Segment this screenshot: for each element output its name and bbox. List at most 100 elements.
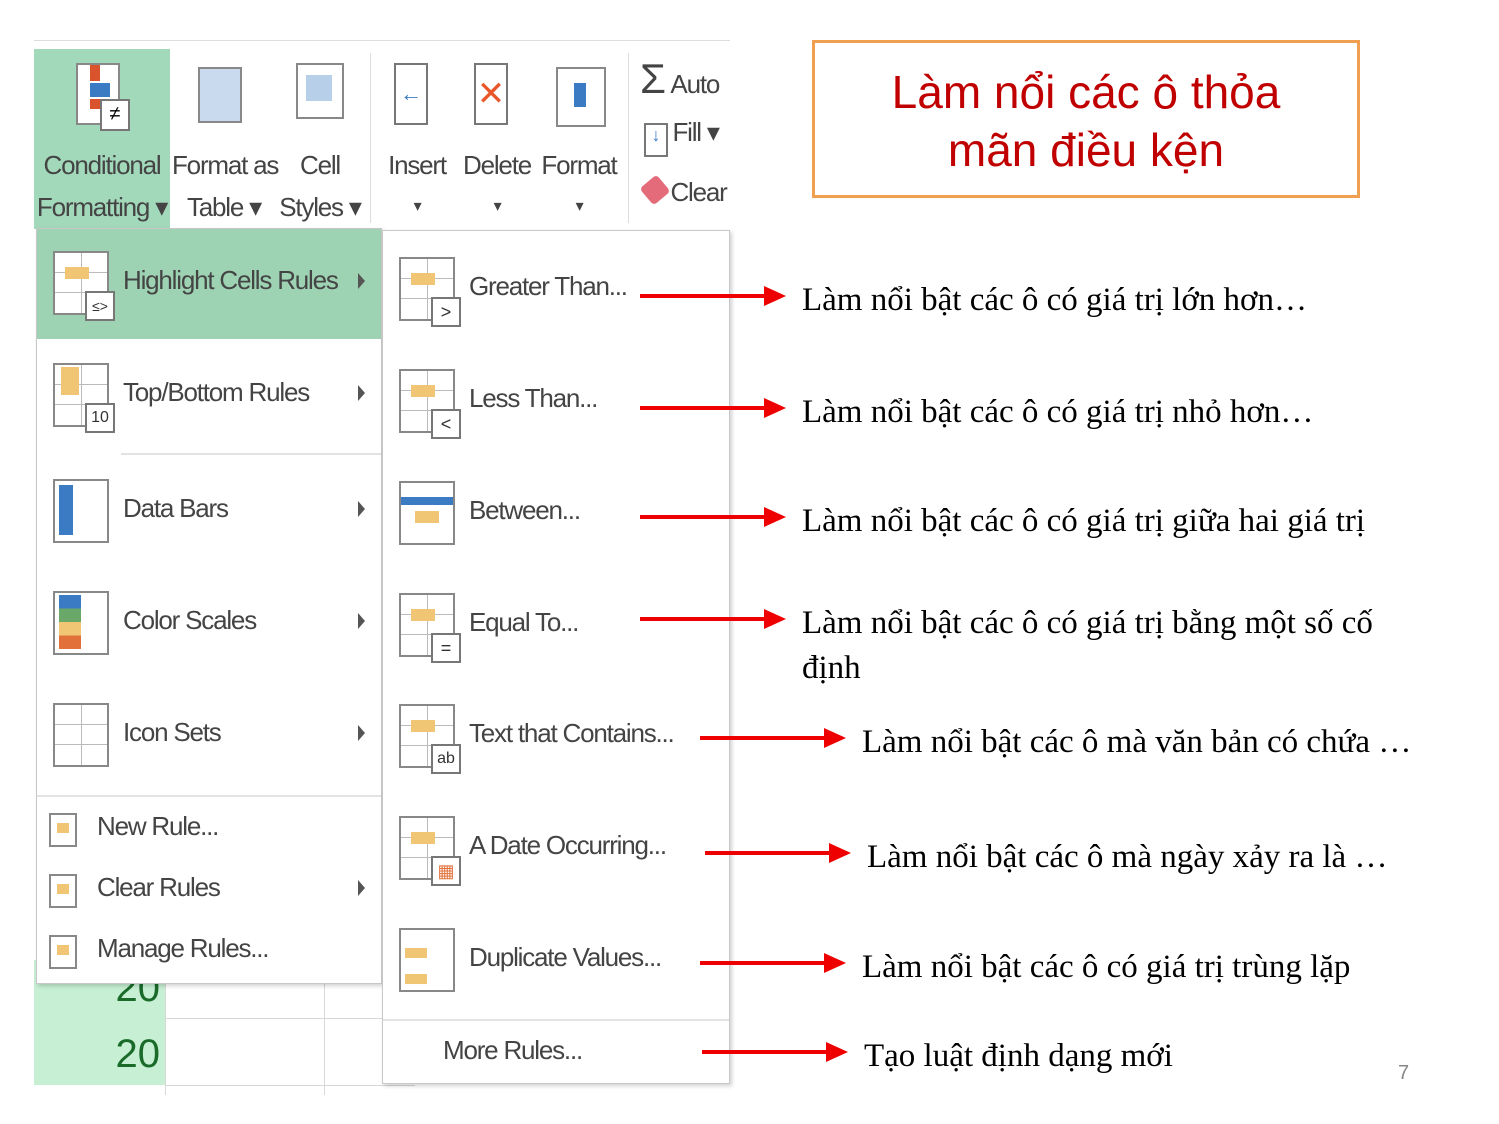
- arrow-icon: [702, 1042, 848, 1062]
- conditional-formatting-button[interactable]: ≠ Conditional Formatting ▾: [34, 49, 170, 229]
- menu-item-highlight-cells-rules[interactable]: ≤> Highlight Cells Rules: [37, 229, 381, 339]
- submenu-item-less-than[interactable]: < Less Than...: [383, 347, 729, 457]
- menu-item-label: Top/Bottom Rules: [123, 377, 310, 407]
- clear-button[interactable]: Clear: [639, 174, 728, 208]
- equal-to-icon: =: [399, 593, 461, 663]
- autosum-button[interactable]: Σ Auto: [640, 55, 720, 102]
- title-line-2: mãn điều kện: [947, 124, 1225, 176]
- menu-item-icon-sets[interactable]: Icon Sets: [37, 681, 381, 791]
- highlight-cells-icon: ≤>: [53, 251, 115, 321]
- insert-cells-icon: ←: [394, 63, 428, 125]
- annotation-less-than: Làm nổi bật các ô có giá trị nhỏ hơn…: [802, 394, 1314, 430]
- submenu-item-label: Equal To...: [469, 607, 579, 637]
- annotation-equal-to: Làm nổi bật các ô có giá trị bằng một số…: [802, 605, 1373, 641]
- cell-styles-label: Styles ▾: [279, 192, 362, 222]
- eraser-icon: [639, 174, 671, 206]
- annotation-more-rules: Tạo luật định dạng mới: [864, 1038, 1173, 1074]
- duplicate-values-icon: [399, 928, 455, 992]
- arrow-icon: [700, 953, 846, 973]
- annotation-equal-to-cont: định: [802, 650, 861, 686]
- chevron-right-icon: [358, 273, 365, 289]
- clear-label: Clear: [670, 177, 727, 207]
- format-button[interactable]: Format ▾: [538, 49, 620, 229]
- arrow-icon: [640, 507, 786, 527]
- submenu-item-label: Greater Than...: [469, 271, 628, 301]
- conditional-formatting-label: Conditional: [43, 150, 162, 180]
- fill-label: Fill ▾: [672, 117, 720, 147]
- format-as-table-label: Format as: [172, 150, 279, 180]
- page-number: 7: [1398, 1062, 1410, 1084]
- insert-button[interactable]: ← Insert ▾: [380, 49, 454, 229]
- more-rules-button[interactable]: More Rules...: [443, 1035, 583, 1066]
- cell-styles-label: Cell: [300, 150, 341, 180]
- submenu-item-duplicate-values[interactable]: Duplicate Values...: [383, 906, 729, 1016]
- submenu-item-label: Text that Contains...: [469, 718, 675, 748]
- sigma-icon: Σ: [640, 55, 666, 102]
- arrow-icon: [700, 728, 846, 748]
- format-as-table-label: Table ▾: [186, 192, 262, 222]
- format-label: Format: [541, 150, 617, 180]
- submenu-item-label: Duplicate Values...: [469, 942, 662, 972]
- new-rule-icon: [49, 813, 77, 847]
- menu-item-manage-rules[interactable]: Manage Rules...: [37, 921, 381, 981]
- delete-cells-icon: ✕: [474, 63, 508, 125]
- chevron-down-icon: ▾: [413, 198, 422, 215]
- arrow-icon: [640, 398, 786, 418]
- annotation-greater-than: Làm nổi bật các ô có giá trị lớn hơn…: [802, 282, 1308, 318]
- menu-item-new-rule[interactable]: New Rule...: [37, 799, 381, 859]
- greater-than-icon: >: [399, 257, 461, 327]
- format-as-table-button[interactable]: Format as Table ▾: [172, 49, 279, 229]
- submenu-item-label: Between...: [469, 495, 581, 525]
- title-box: Làm nổi các ô thỏa mãn điều kện: [812, 40, 1360, 198]
- submenu-item-label: A Date Occurring...: [469, 830, 667, 860]
- chevron-down-icon: ▾: [575, 198, 584, 215]
- fill-button[interactable]: ↓ Fill ▾: [644, 117, 720, 157]
- annotation-text-contains: Làm nổi bật các ô mà văn bản có chứa …: [862, 724, 1412, 760]
- calendar-icon: ▦: [399, 816, 461, 886]
- chevron-right-icon: [358, 385, 365, 401]
- icon-sets-icon: [53, 703, 109, 767]
- arrow-icon: [640, 609, 786, 629]
- menu-item-data-bars[interactable]: Data Bars: [37, 457, 381, 567]
- color-scales-icon: [53, 591, 109, 655]
- menu-item-label: Manage Rules...: [97, 933, 270, 963]
- conditional-formatting-menu: ≤> Highlight Cells Rules 10 Top/Bottom R…: [36, 228, 382, 984]
- menu-item-top-bottom-rules[interactable]: 10 Top/Bottom Rules: [37, 341, 381, 451]
- menu-item-label: Color Scales: [123, 605, 257, 635]
- submenu-item-text-that-contains[interactable]: ab Text that Contains...: [383, 682, 729, 792]
- menu-item-label: Highlight Cells Rules: [123, 265, 339, 295]
- annotation-between: Làm nổi bật các ô có giá trị giữa hai gi…: [802, 503, 1366, 539]
- chevron-right-icon: [358, 613, 365, 629]
- delete-button[interactable]: ✕ Delete ▾: [460, 49, 534, 229]
- chevron-right-icon: [358, 501, 365, 517]
- menu-item-color-scales[interactable]: Color Scales: [37, 569, 381, 679]
- title-line-1: Làm nổi các ô thỏa: [891, 66, 1281, 118]
- manage-rules-icon: [49, 935, 77, 969]
- submenu-item-date-occurring[interactable]: ▦ A Date Occurring...: [383, 794, 729, 904]
- submenu-item-between[interactable]: Between...: [383, 459, 729, 569]
- format-cells-icon: [556, 67, 606, 127]
- data-bars-icon: [53, 479, 109, 543]
- submenu-item-label: Less Than...: [469, 383, 598, 413]
- menu-item-clear-rules[interactable]: Clear Rules: [37, 860, 381, 920]
- submenu-item-equal-to[interactable]: = Equal To...: [383, 571, 729, 681]
- highlight-cells-submenu: > Greater Than... < Less Than... Between…: [382, 230, 730, 1084]
- cell-styles-button[interactable]: Cell Styles ▾: [278, 49, 362, 229]
- submenu-item-greater-than[interactable]: > Greater Than...: [383, 235, 729, 345]
- ribbon: ≠ Conditional Formatting ▾ Format as Tab…: [34, 40, 730, 229]
- annotation-duplicate-values: Làm nổi bật các ô có giá trị trùng lặp: [862, 949, 1351, 985]
- cell-styles-icon: [296, 63, 344, 119]
- menu-item-label: Data Bars: [123, 493, 229, 523]
- chevron-right-icon: [358, 725, 365, 741]
- insert-label: Insert: [388, 150, 447, 180]
- delete-label: Delete: [463, 150, 532, 180]
- arrow-icon: [705, 843, 851, 863]
- text-contains-icon: ab: [399, 704, 461, 774]
- cell-value[interactable]: 20: [34, 1032, 161, 1076]
- format-as-table-icon: [198, 67, 242, 123]
- fill-down-icon: ↓: [644, 123, 668, 157]
- autosum-label: Auto: [670, 69, 720, 99]
- menu-item-label: Icon Sets: [123, 717, 222, 747]
- top-bottom-icon: 10: [53, 363, 115, 433]
- conditional-formatting-label: Formatting ▾: [36, 192, 168, 222]
